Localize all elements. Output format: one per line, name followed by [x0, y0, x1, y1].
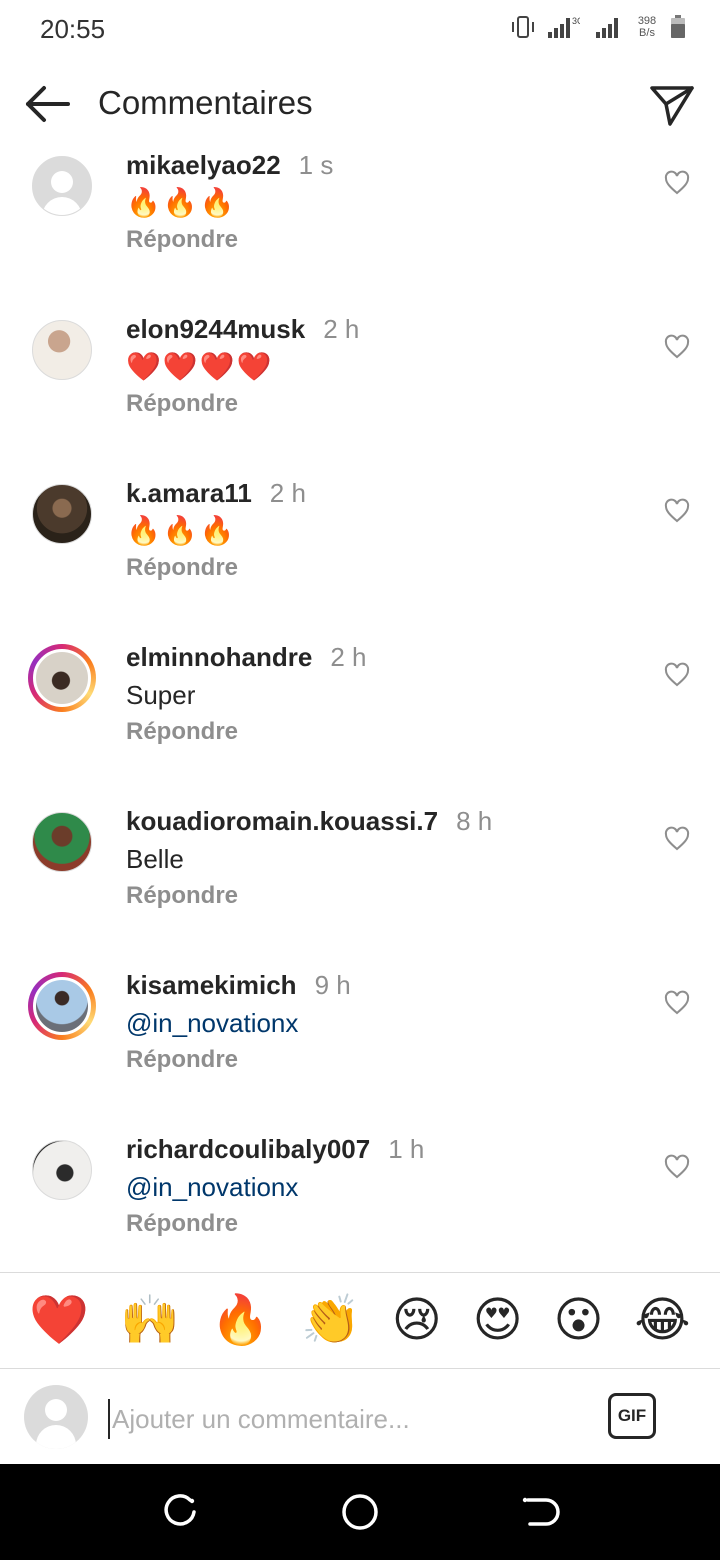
comment-item: k.amara11 2 h 🔥🔥🔥 Répondre: [0, 468, 720, 632]
comment-username[interactable]: kisamekimich: [126, 970, 297, 1000]
vibrate-icon: [512, 16, 534, 38]
avatar-story-ring[interactable]: [28, 972, 96, 1040]
battery-icon: [671, 15, 685, 38]
reply-button[interactable]: Répondre: [126, 554, 640, 582]
reply-button[interactable]: Répondre: [126, 390, 640, 418]
comment-input-bar: GIF: [0, 1368, 720, 1464]
reply-button[interactable]: Répondre: [126, 1210, 640, 1238]
reply-button[interactable]: Répondre: [126, 1046, 640, 1074]
emoji-clap-button[interactable]: 👏: [301, 1291, 361, 1351]
profile-photo: [33, 649, 91, 707]
status-time: 20:55: [40, 14, 106, 44]
avatar[interactable]: [28, 808, 96, 876]
avatar[interactable]: [28, 480, 96, 548]
comment-time: 8 h: [456, 806, 493, 836]
avatar-story-ring[interactable]: [28, 644, 96, 712]
heart-outline-icon[interactable]: [664, 1154, 690, 1180]
comment-username[interactable]: richardcoulibaly007: [126, 1134, 370, 1164]
heart-outline-icon[interactable]: [664, 662, 690, 688]
comment-input[interactable]: [108, 1399, 578, 1439]
comments-list: mikaelyao22 1 s 🔥🔥🔥 Répondre elon9244musk…: [0, 140, 720, 1288]
comment-time: 2 h: [330, 642, 367, 672]
heart-outline-icon[interactable]: [664, 498, 690, 524]
comment-username[interactable]: elon9244musk: [126, 314, 305, 344]
paper-plane-icon[interactable]: [648, 80, 696, 128]
home-circle-icon[interactable]: [340, 1492, 380, 1532]
network-type-label: 3G: [572, 16, 580, 26]
heart-outline-icon[interactable]: [664, 990, 690, 1016]
comment-username[interactable]: kouadioromain.kouassi.7: [126, 806, 438, 836]
reply-button[interactable]: Répondre: [126, 718, 640, 746]
system-nav-bar: [0, 1464, 720, 1560]
comment-item: kouadioromain.kouassi.7 8 h Belle Répondr…: [0, 796, 720, 960]
comment-time: 9 h: [314, 970, 351, 1000]
comment-item: richardcoulibaly007 1 h @in_novationx Rép…: [0, 1124, 720, 1288]
speed-unit: B/s: [639, 27, 655, 39]
back-icon[interactable]: [520, 1492, 560, 1532]
signal-icon: 3G: [548, 16, 580, 38]
status-bar: 20:55 3G 398 B/s: [0, 0, 720, 60]
comment-username[interactable]: k.amara11: [126, 478, 252, 508]
emoji-quick-bar: ❤️ 🙌 🔥 👏 😢 😍 😮 😂: [0, 1272, 720, 1368]
comment-time: 1 h: [388, 1134, 425, 1164]
emoji-surprised-button[interactable]: 😮: [554, 1291, 604, 1351]
comment-item: elon9244musk 2 h ❤️❤️❤️❤️ Répondre: [0, 304, 720, 468]
comment-username[interactable]: mikaelyao22: [126, 150, 281, 180]
comment-item: kisamekimich 9 h @in_novationx Répondre: [0, 960, 720, 1124]
comment-mention-link[interactable]: @in_novationx: [126, 1168, 640, 1206]
arrow-left-icon[interactable]: [22, 82, 72, 126]
heart-outline-icon[interactable]: [664, 170, 690, 196]
profile-photo: [32, 812, 92, 872]
default-avatar-icon: [32, 156, 92, 216]
status-icons: 3G 398 B/s: [510, 14, 686, 40]
page-title: Commentaires: [98, 84, 313, 121]
emoji-laughing-button[interactable]: 😂: [634, 1291, 690, 1351]
gif-button[interactable]: GIF: [608, 1393, 656, 1439]
my-avatar: [24, 1385, 88, 1449]
comment-mention-link[interactable]: @in_novationx: [126, 1004, 640, 1042]
comment-text: Super: [126, 680, 196, 710]
comment-text: 🔥🔥🔥: [126, 187, 237, 218]
profile-photo: [32, 1140, 92, 1200]
avatar[interactable]: [28, 152, 96, 220]
header: Commentaires: [0, 70, 720, 140]
reply-button[interactable]: Répondre: [126, 882, 640, 910]
emoji-fire-button[interactable]: 🔥: [211, 1291, 271, 1351]
recent-apps-icon[interactable]: [160, 1492, 200, 1532]
reply-button[interactable]: Répondre: [126, 226, 640, 254]
comment-item: mikaelyao22 1 s 🔥🔥🔥 Répondre: [0, 140, 720, 304]
comment-text: Belle: [126, 844, 184, 874]
emoji-crying-button[interactable]: 😢: [392, 1291, 442, 1351]
comment-item: elminnohandre 2 h Super Répondre: [0, 632, 720, 796]
heart-outline-icon[interactable]: [664, 334, 690, 360]
comment-username[interactable]: elminnohandre: [126, 642, 312, 672]
emoji-heart-button[interactable]: ❤️: [29, 1291, 89, 1351]
heart-outline-icon[interactable]: [664, 826, 690, 852]
comment-time: 2 h: [323, 314, 360, 344]
network-speed: 398 B/s: [634, 15, 660, 39]
profile-photo: [33, 977, 91, 1035]
emoji-raised-hands-button[interactable]: 🙌: [120, 1291, 180, 1351]
avatar[interactable]: [28, 316, 96, 384]
signal-icon-2: [596, 18, 618, 38]
avatar[interactable]: [28, 1136, 96, 1204]
comment-time: 1 s: [298, 150, 334, 180]
emoji-heart-eyes-button[interactable]: 😍: [473, 1291, 523, 1351]
profile-photo: [32, 320, 92, 380]
speed-value: 398: [637, 15, 657, 27]
comment-text: ❤️❤️❤️❤️: [126, 351, 274, 382]
comment-time: 2 h: [269, 478, 306, 508]
comment-text: 🔥🔥🔥: [126, 515, 237, 546]
profile-photo: [32, 484, 92, 544]
